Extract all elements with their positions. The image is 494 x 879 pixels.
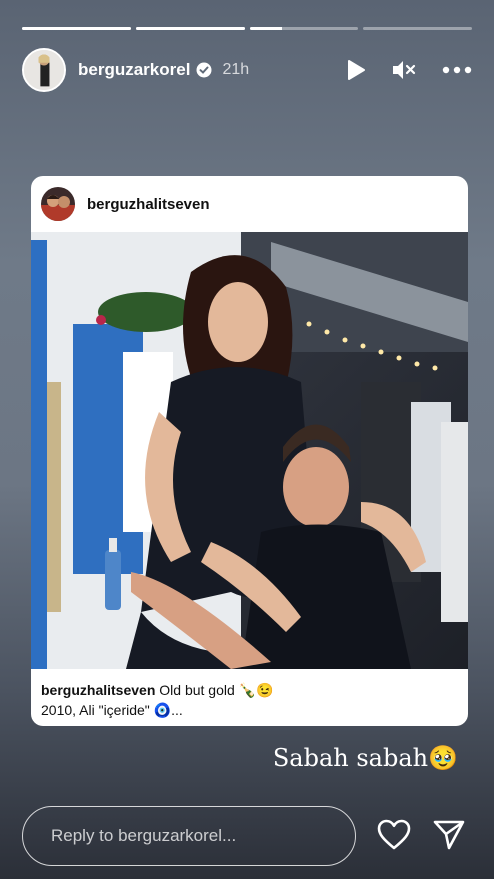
caption-text-line1: Old but gold 🍾😉 bbox=[159, 682, 274, 698]
shared-post-username[interactable]: berguzhalitseven bbox=[87, 196, 210, 213]
progress-segment bbox=[363, 27, 472, 30]
caption-text-line2: 2010, Ali "içeride" 🧿... bbox=[41, 702, 183, 718]
story-header: berguzarkorel 21h bbox=[22, 48, 472, 92]
shared-post-card[interactable]: berguzhalitseven berguzhalitseven Old bu… bbox=[31, 176, 468, 726]
verified-badge-icon bbox=[196, 62, 212, 78]
muted-speaker-icon[interactable] bbox=[392, 59, 416, 81]
story-text-overlay: Sabah sabah🥹 bbox=[272, 744, 458, 772]
progress-segment bbox=[22, 27, 131, 30]
shared-post-header: berguzhalitseven bbox=[31, 176, 468, 232]
story-username[interactable]: berguzarkorel bbox=[78, 60, 190, 80]
caption-username[interactable]: berguzhalitseven bbox=[41, 682, 155, 698]
story-progress-bar bbox=[22, 27, 472, 30]
more-options-icon[interactable] bbox=[442, 66, 472, 74]
progress-segment bbox=[249, 27, 359, 30]
heart-icon[interactable] bbox=[377, 819, 411, 856]
progress-segment bbox=[135, 27, 245, 30]
avatar[interactable] bbox=[22, 48, 66, 92]
shared-post-photo bbox=[31, 232, 468, 669]
story-timestamp: 21h bbox=[222, 61, 250, 78]
play-icon[interactable] bbox=[346, 59, 366, 81]
reply-input[interactable]: Reply to berguzarkorel... bbox=[22, 806, 356, 866]
shared-post-caption: berguzhalitseven Old but gold 🍾😉 2010, A… bbox=[41, 680, 458, 720]
send-icon[interactable] bbox=[432, 819, 466, 856]
shared-post-avatar[interactable] bbox=[41, 187, 75, 221]
